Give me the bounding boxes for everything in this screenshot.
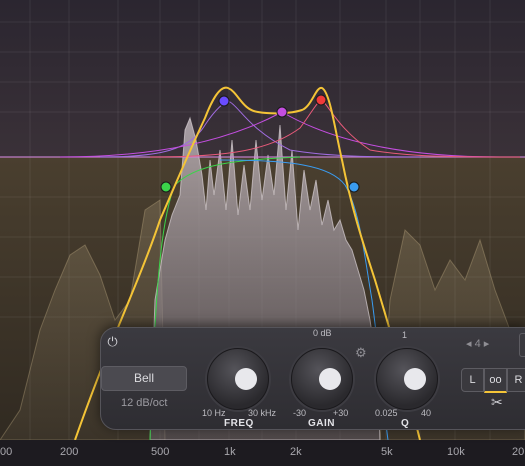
freq-knob[interactable]	[207, 348, 269, 410]
freq-label-partial: 00	[0, 446, 13, 458]
freq-max-label: 30 kHz	[248, 408, 277, 418]
gain-max-label: +30	[333, 408, 349, 418]
band-4-node[interactable]	[315, 94, 327, 106]
q-knob-label: Q	[401, 418, 410, 429]
band-3-node[interactable]	[276, 106, 288, 118]
q-knob[interactable]	[376, 348, 438, 410]
panel-side-button[interactable]	[519, 333, 525, 357]
band-nav[interactable]: ◂ 4 ▸	[466, 337, 489, 350]
gain-knob-label: GAIN	[308, 418, 335, 429]
gain-top-label: 0 dB	[313, 328, 332, 338]
band-5-node[interactable]	[348, 181, 360, 193]
gain-min-label: -30	[293, 408, 307, 418]
channel-left-button[interactable]: L	[461, 368, 484, 392]
freq-min-label: 10 Hz	[202, 408, 226, 418]
channel-stereo-button[interactable]: oo	[484, 368, 507, 393]
channel-right-button[interactable]: R	[507, 368, 525, 392]
band-1-node[interactable]	[160, 181, 172, 193]
prev-band-icon[interactable]: ◂	[466, 338, 472, 350]
freq-knob-label: FREQ	[224, 418, 254, 429]
freq-label-20k: 20	[512, 446, 525, 458]
filter-shape-button[interactable]: Bell	[101, 366, 187, 391]
gain-knob[interactable]	[291, 348, 353, 410]
q-top-label: 1	[402, 330, 408, 340]
power-icon[interactable]: ⏻	[105, 334, 120, 349]
freq-label-2k: 2k	[290, 446, 302, 458]
gear-icon[interactable]: ⚙	[355, 345, 367, 361]
band-number: 4	[474, 338, 481, 350]
freq-label-5k: 5k	[381, 446, 393, 458]
q-max-label: 40	[421, 408, 432, 418]
scissors-icon[interactable]: ✂	[491, 394, 503, 411]
band-2-node[interactable]	[218, 95, 230, 107]
freq-label-10k: 10k	[447, 446, 465, 458]
freq-label-200: 200	[60, 446, 79, 458]
freq-label-1k: 1k	[224, 446, 236, 458]
slope-label[interactable]: 12 dB/oct	[121, 397, 167, 409]
next-band-icon[interactable]: ▸	[484, 338, 490, 350]
q-min-label: 0.025	[375, 408, 398, 418]
freq-label-500: 500	[151, 446, 170, 458]
